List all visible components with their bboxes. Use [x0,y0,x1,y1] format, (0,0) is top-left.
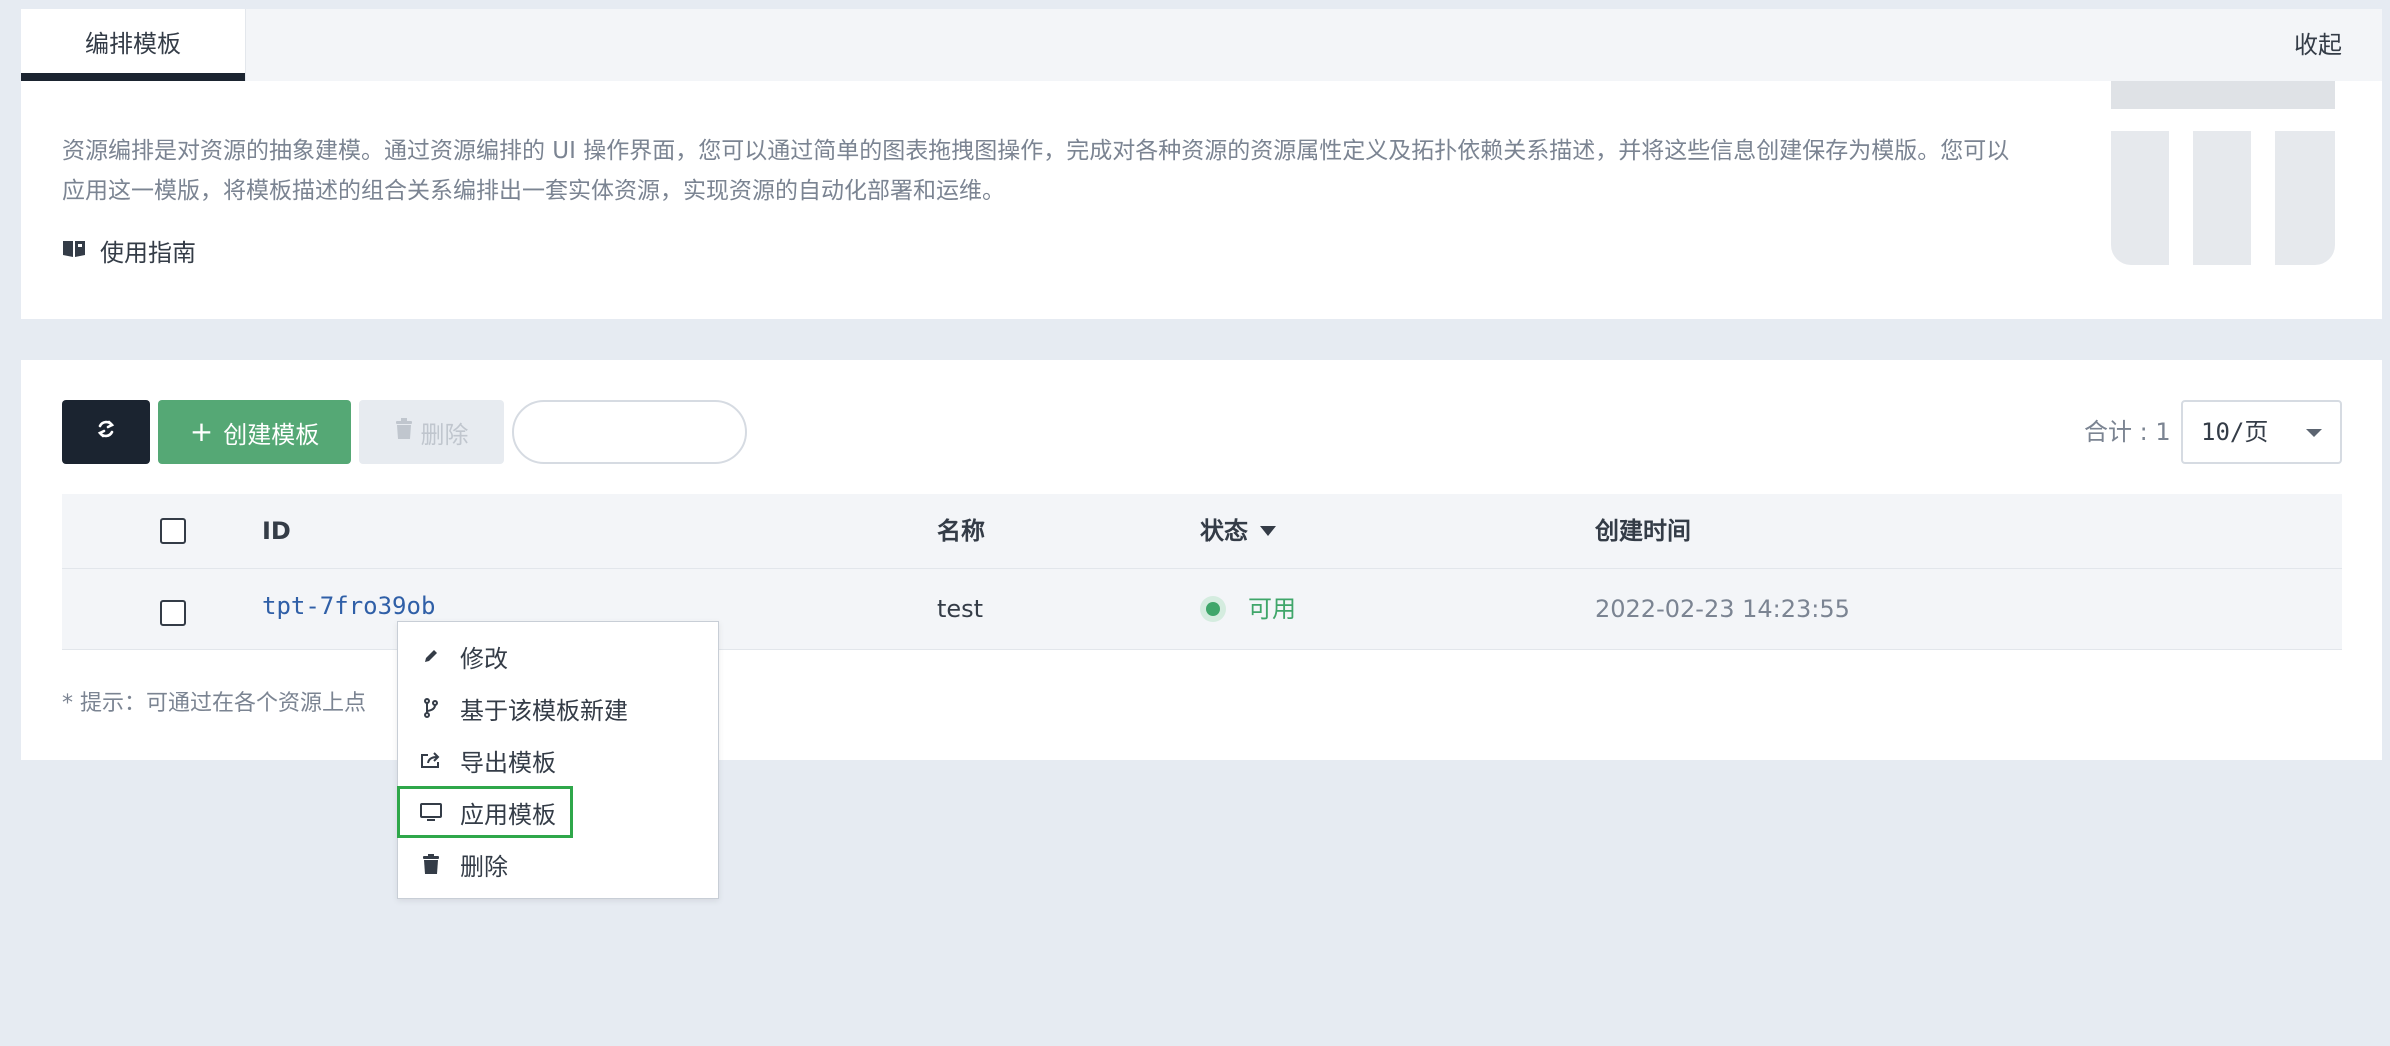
status-badge: 可用 [1200,569,1296,649]
column-created: 创建时间 [1595,517,1691,545]
trash-icon [395,418,413,446]
pencil-icon [420,645,442,667]
chevron-down-icon [2306,429,2322,437]
refresh-button[interactable] [62,400,150,464]
tab-bar: 编排模板 收起 [21,9,2382,81]
create-template-label: 创建模板 [223,420,320,449]
intro-description: 资源编排是对资源的抽象建模。通过资源编排的 UI 操作界面，您可以通过简单的图表… [62,138,2010,204]
apply-template-highlight [397,786,573,838]
branch-icon [420,697,442,719]
trash-icon [420,853,442,875]
menu-item-label: 修改 [460,644,508,673]
delete-label: 删除 [420,420,469,449]
menu-item-edit[interactable]: 修改 [398,630,718,682]
guide-link[interactable]: 使用指南 [62,233,196,268]
export-icon [420,749,442,771]
filter-caret-icon [1260,526,1276,536]
column-id: ID [262,517,291,545]
created-time: 2022-02-23 14:23:55 [1595,595,1850,623]
status-text: 可用 [1248,595,1296,623]
template-illustration [2111,81,2335,273]
hint-text: * 提示：可通过在各个资源上点 [62,691,366,716]
intro-card: 编排模板 收起 资源编排是对资源的抽象建模。通过资源编排的 UI 操作界面，您可… [21,9,2382,319]
menu-item-export[interactable]: 导出模板 [398,734,718,786]
book-icon [62,237,86,265]
menu-item-new-from-template[interactable]: 基于该模板新建 [398,682,718,734]
page-size-select[interactable]: 10/页 [2181,400,2342,464]
tab-divider [245,9,246,81]
template-name: test [937,595,984,623]
status-header-label: 状态 [1200,517,1248,545]
status-dot-icon [1200,596,1226,622]
plus-icon: + [189,415,214,448]
template-list-card: + 创建模板 删除 合计 : 1 10/页 ID 名称 状态 创建时间 tpt-… [21,360,2382,760]
menu-item-label: 删除 [460,852,508,881]
menu-item-delete[interactable]: 删除 [398,838,718,890]
delete-button[interactable]: 删除 [359,400,504,464]
page-size-value: 10/页 [2201,418,2269,446]
column-status[interactable]: 状态 [1200,494,1276,568]
column-name: 名称 [937,517,985,545]
table-header: ID 名称 状态 创建时间 [62,494,2342,569]
row-checkbox[interactable] [160,600,186,626]
collapse-button[interactable]: 收起 [2294,9,2342,81]
refresh-icon [95,418,117,446]
create-template-button[interactable]: + 创建模板 [158,400,351,464]
select-all-checkbox[interactable] [160,518,186,544]
row-context-menu: 修改 基于该模板新建 导出模板 应用模板 删除 [397,621,719,899]
menu-item-label: 基于该模板新建 [460,696,628,725]
menu-item-label: 导出模板 [460,748,556,777]
search-input[interactable] [512,400,747,464]
guide-label: 使用指南 [100,239,196,267]
tab-templates[interactable]: 编排模板 [21,9,245,81]
total-count: 合计 : 1 [2084,418,2171,446]
